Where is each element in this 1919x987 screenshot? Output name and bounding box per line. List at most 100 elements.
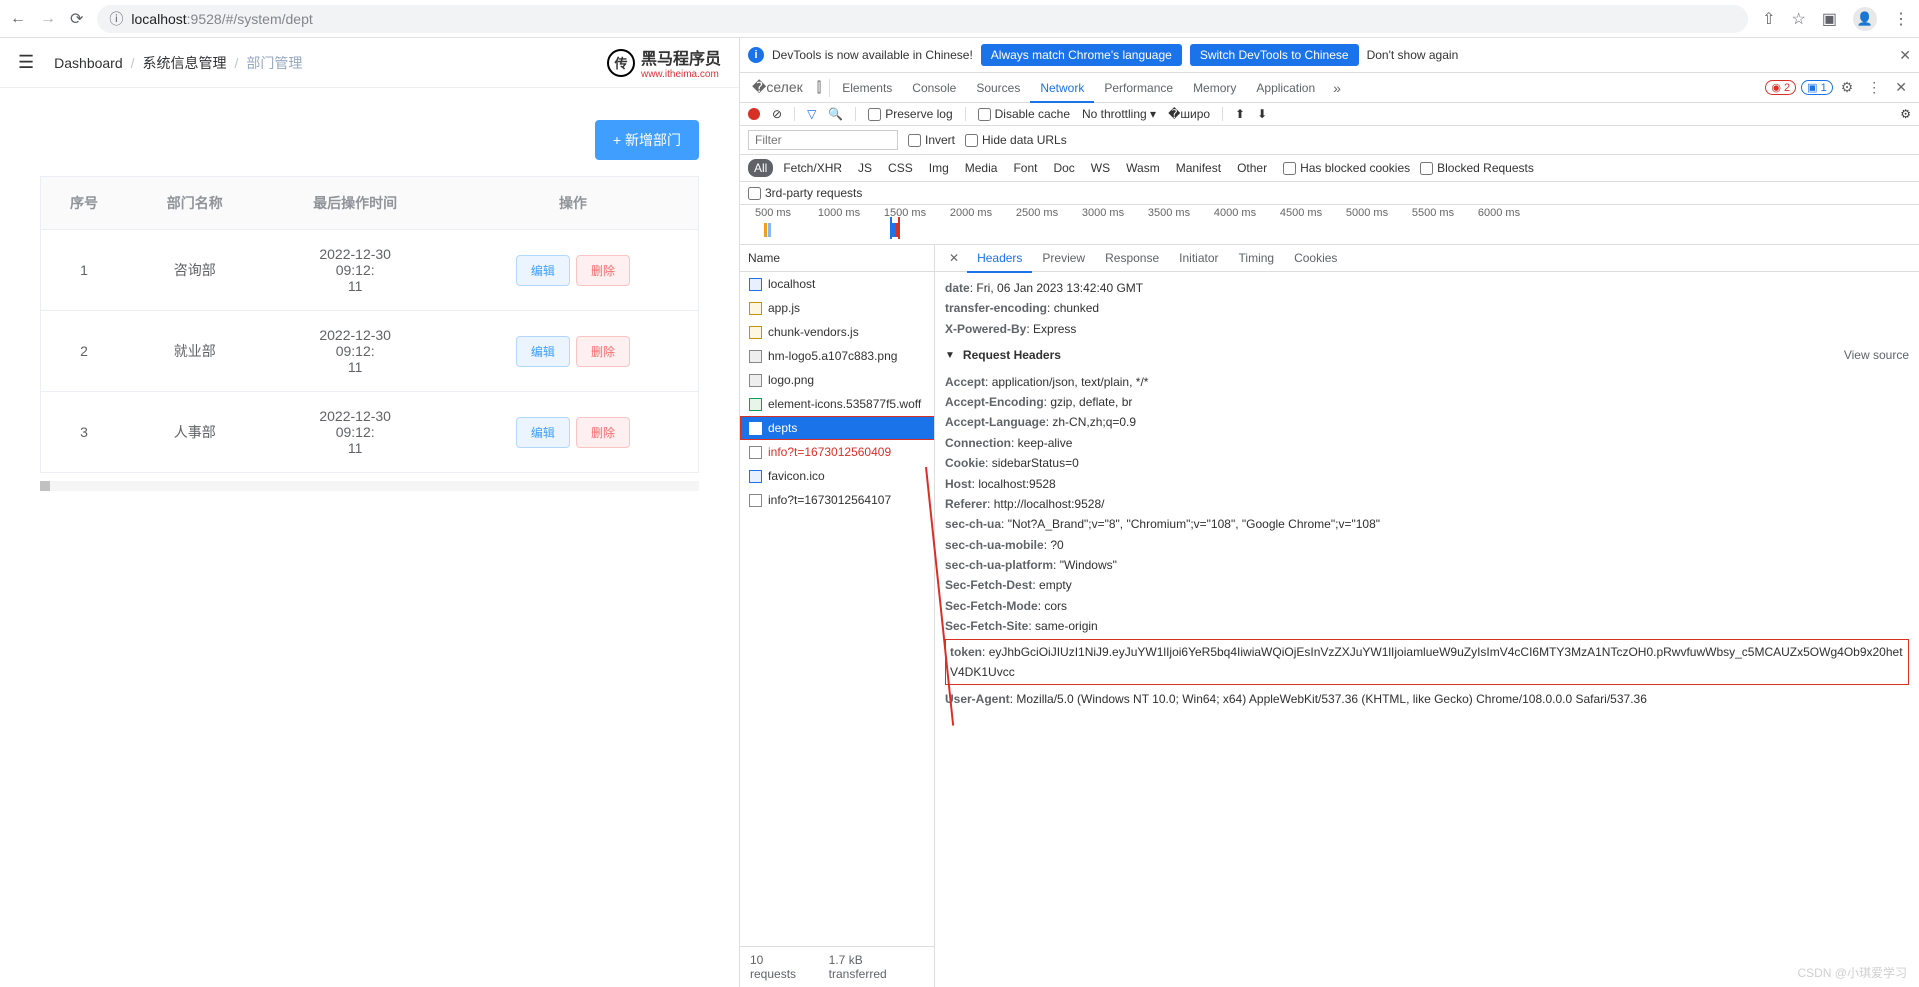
throttling-select[interactable]: No throttling ▾ [1082, 107, 1156, 121]
url-text: localhost:9528/#/system/dept [131, 11, 312, 27]
browser-toolbar: ← → ⟳ ⓘ localhost:9528/#/system/dept ⇧ ☆… [0, 0, 1919, 38]
devtools-tab-performance[interactable]: Performance [1094, 75, 1183, 101]
detail-tab-response[interactable]: Response [1095, 245, 1169, 271]
edit-button[interactable]: 编辑 [516, 255, 570, 286]
filter-tab[interactable]: Doc [1047, 159, 1080, 177]
wifi-icon[interactable]: �широ [1168, 107, 1210, 121]
filter-tab[interactable]: Fetch/XHR [777, 159, 848, 177]
clear-icon[interactable]: ⊘ [772, 107, 782, 121]
record-icon[interactable] [748, 108, 760, 120]
devtools-tab-elements[interactable]: Elements [832, 75, 902, 101]
forward-icon[interactable]: → [40, 10, 56, 28]
reload-icon[interactable]: ⟳ [70, 9, 83, 29]
switch-language-button[interactable]: Switch DevTools to Chinese [1190, 44, 1359, 66]
network-timeline[interactable]: 500 ms1000 ms1500 ms2000 ms2500 ms3000 m… [740, 205, 1919, 245]
request-item[interactable]: logo.png [740, 368, 934, 392]
filter-icon[interactable]: ▽ [807, 107, 816, 121]
devtools-tab-memory[interactable]: Memory [1183, 75, 1246, 101]
blocked-requests-checkbox[interactable]: Blocked Requests [1420, 161, 1534, 175]
request-item[interactable]: favicon.ico [740, 464, 934, 488]
request-item[interactable]: chunk-vendors.js [740, 320, 934, 344]
edit-button[interactable]: 编辑 [516, 417, 570, 448]
filter-tab[interactable]: Media [959, 159, 1004, 177]
blocked-cookies-checkbox[interactable]: Has blocked cookies [1283, 161, 1410, 175]
filter-tab[interactable]: WS [1085, 159, 1116, 177]
menu-toggle-icon[interactable]: ☰ [18, 52, 34, 73]
preserve-log-checkbox[interactable]: Preserve log [868, 107, 952, 121]
bookmark-icon[interactable]: ☆ [1792, 9, 1806, 29]
request-item[interactable]: depts [740, 416, 934, 440]
request-item[interactable]: app.js [740, 296, 934, 320]
add-dept-button[interactable]: + 新增部门 [595, 120, 699, 160]
settings-icon[interactable]: ⚙ [1835, 73, 1860, 102]
close-detail-icon[interactable]: ✕ [941, 245, 967, 271]
search-icon[interactable]: 🔍 [828, 107, 843, 121]
banner-close-icon[interactable]: ✕ [1899, 47, 1911, 64]
share-icon[interactable]: ⇧ [1762, 9, 1775, 29]
request-item[interactable]: hm-logo5.a107c883.png [740, 344, 934, 368]
download-icon[interactable]: ⬇ [1257, 107, 1267, 121]
devtools-tab-application[interactable]: Application [1246, 75, 1325, 101]
detail-tab-preview[interactable]: Preview [1032, 245, 1095, 271]
close-devtools-icon[interactable]: ✕ [1889, 73, 1913, 102]
filter-tab[interactable]: CSS [882, 159, 919, 177]
crumb-system[interactable]: 系统信息管理 [143, 53, 227, 73]
devtools-tab-console[interactable]: Console [902, 75, 966, 101]
profile-avatar[interactable]: 👤 [1853, 7, 1877, 31]
filter-tab[interactable]: Other [1231, 159, 1273, 177]
back-icon[interactable]: ← [10, 10, 26, 28]
network-settings-icon[interactable]: ⚙ [1900, 107, 1911, 121]
error-badge[interactable]: ◉ 2 [1765, 80, 1796, 95]
crumb-dashboard[interactable]: Dashboard [54, 55, 123, 71]
request-item[interactable]: localhost [740, 272, 934, 296]
request-item[interactable]: info?t=1673012564107 [740, 488, 934, 512]
message-badge[interactable]: ▣ 1 [1801, 80, 1833, 95]
detail-tab-headers[interactable]: Headers [967, 245, 1032, 273]
info-icon: ⓘ [109, 9, 123, 29]
delete-button[interactable]: 删除 [576, 255, 630, 286]
detail-tab-cookies[interactable]: Cookies [1284, 245, 1347, 271]
address-bar[interactable]: ⓘ localhost:9528/#/system/dept [97, 5, 1748, 33]
request-header: Accept-Encoding: gzip, deflate, br [945, 392, 1909, 412]
delete-button[interactable]: 删除 [576, 336, 630, 367]
disable-cache-checkbox[interactable]: Disable cache [978, 107, 1070, 121]
filter-tab[interactable]: All [748, 159, 773, 177]
third-party-checkbox[interactable]: 3rd-party requests [748, 186, 1911, 200]
request-item[interactable]: element-icons.535877f5.woff [740, 392, 934, 416]
request-header: sec-ch-ua: "Not?A_Brand";v="8", "Chromiu… [945, 514, 1909, 534]
filter-input[interactable] [748, 130, 898, 150]
request-detail: ✕ HeadersPreviewResponseInitiatorTimingC… [935, 245, 1919, 987]
detail-tab-initiator[interactable]: Initiator [1169, 245, 1228, 271]
filter-tab[interactable]: Wasm [1120, 159, 1166, 177]
detail-tab-timing[interactable]: Timing [1229, 245, 1285, 271]
brand-logo: 传 黑马程序员 www.itheima.com [607, 45, 721, 80]
crumb-dept: 部门管理 [246, 53, 302, 73]
menu-icon[interactable]: ⋮ [1893, 9, 1909, 29]
dont-show-link[interactable]: Don't show again [1367, 48, 1459, 62]
request-item[interactable]: info?t=1673012560409 [740, 440, 934, 464]
horizontal-scrollbar[interactable] [40, 481, 699, 491]
headers-panel[interactable]: date: Fri, 06 Jan 2023 13:42:40 GMTtrans… [935, 272, 1919, 987]
more-tabs-icon[interactable]: » [1327, 74, 1347, 102]
chevron-down-icon: ▼ [945, 347, 955, 364]
edit-button[interactable]: 编辑 [516, 336, 570, 367]
delete-button[interactable]: 删除 [576, 417, 630, 448]
view-source-link[interactable]: View source [1844, 345, 1909, 365]
request-headers-section[interactable]: ▼ Request Headers View source [945, 345, 1909, 365]
extensions-icon[interactable]: ▣ [1822, 9, 1837, 29]
filter-tab[interactable]: JS [852, 159, 878, 177]
file-icon [749, 494, 762, 507]
invert-checkbox[interactable]: Invert [908, 133, 955, 147]
device-icon[interactable]: ⫿ [811, 73, 827, 102]
upload-icon[interactable]: ⬆ [1235, 107, 1245, 121]
devtools-tab-network[interactable]: Network [1030, 75, 1094, 103]
request-header: Cookie: sidebarStatus=0 [945, 453, 1909, 473]
dock-icon[interactable]: ⋮ [1861, 73, 1887, 102]
inspect-icon[interactable]: �селек [746, 73, 809, 102]
devtools-tab-sources[interactable]: Sources [966, 75, 1030, 101]
filter-tab[interactable]: Img [923, 159, 955, 177]
filter-tab[interactable]: Font [1007, 159, 1043, 177]
filter-tab[interactable]: Manifest [1170, 159, 1227, 177]
match-language-button[interactable]: Always match Chrome's language [981, 44, 1182, 66]
hide-data-urls-checkbox[interactable]: Hide data URLs [965, 133, 1067, 147]
